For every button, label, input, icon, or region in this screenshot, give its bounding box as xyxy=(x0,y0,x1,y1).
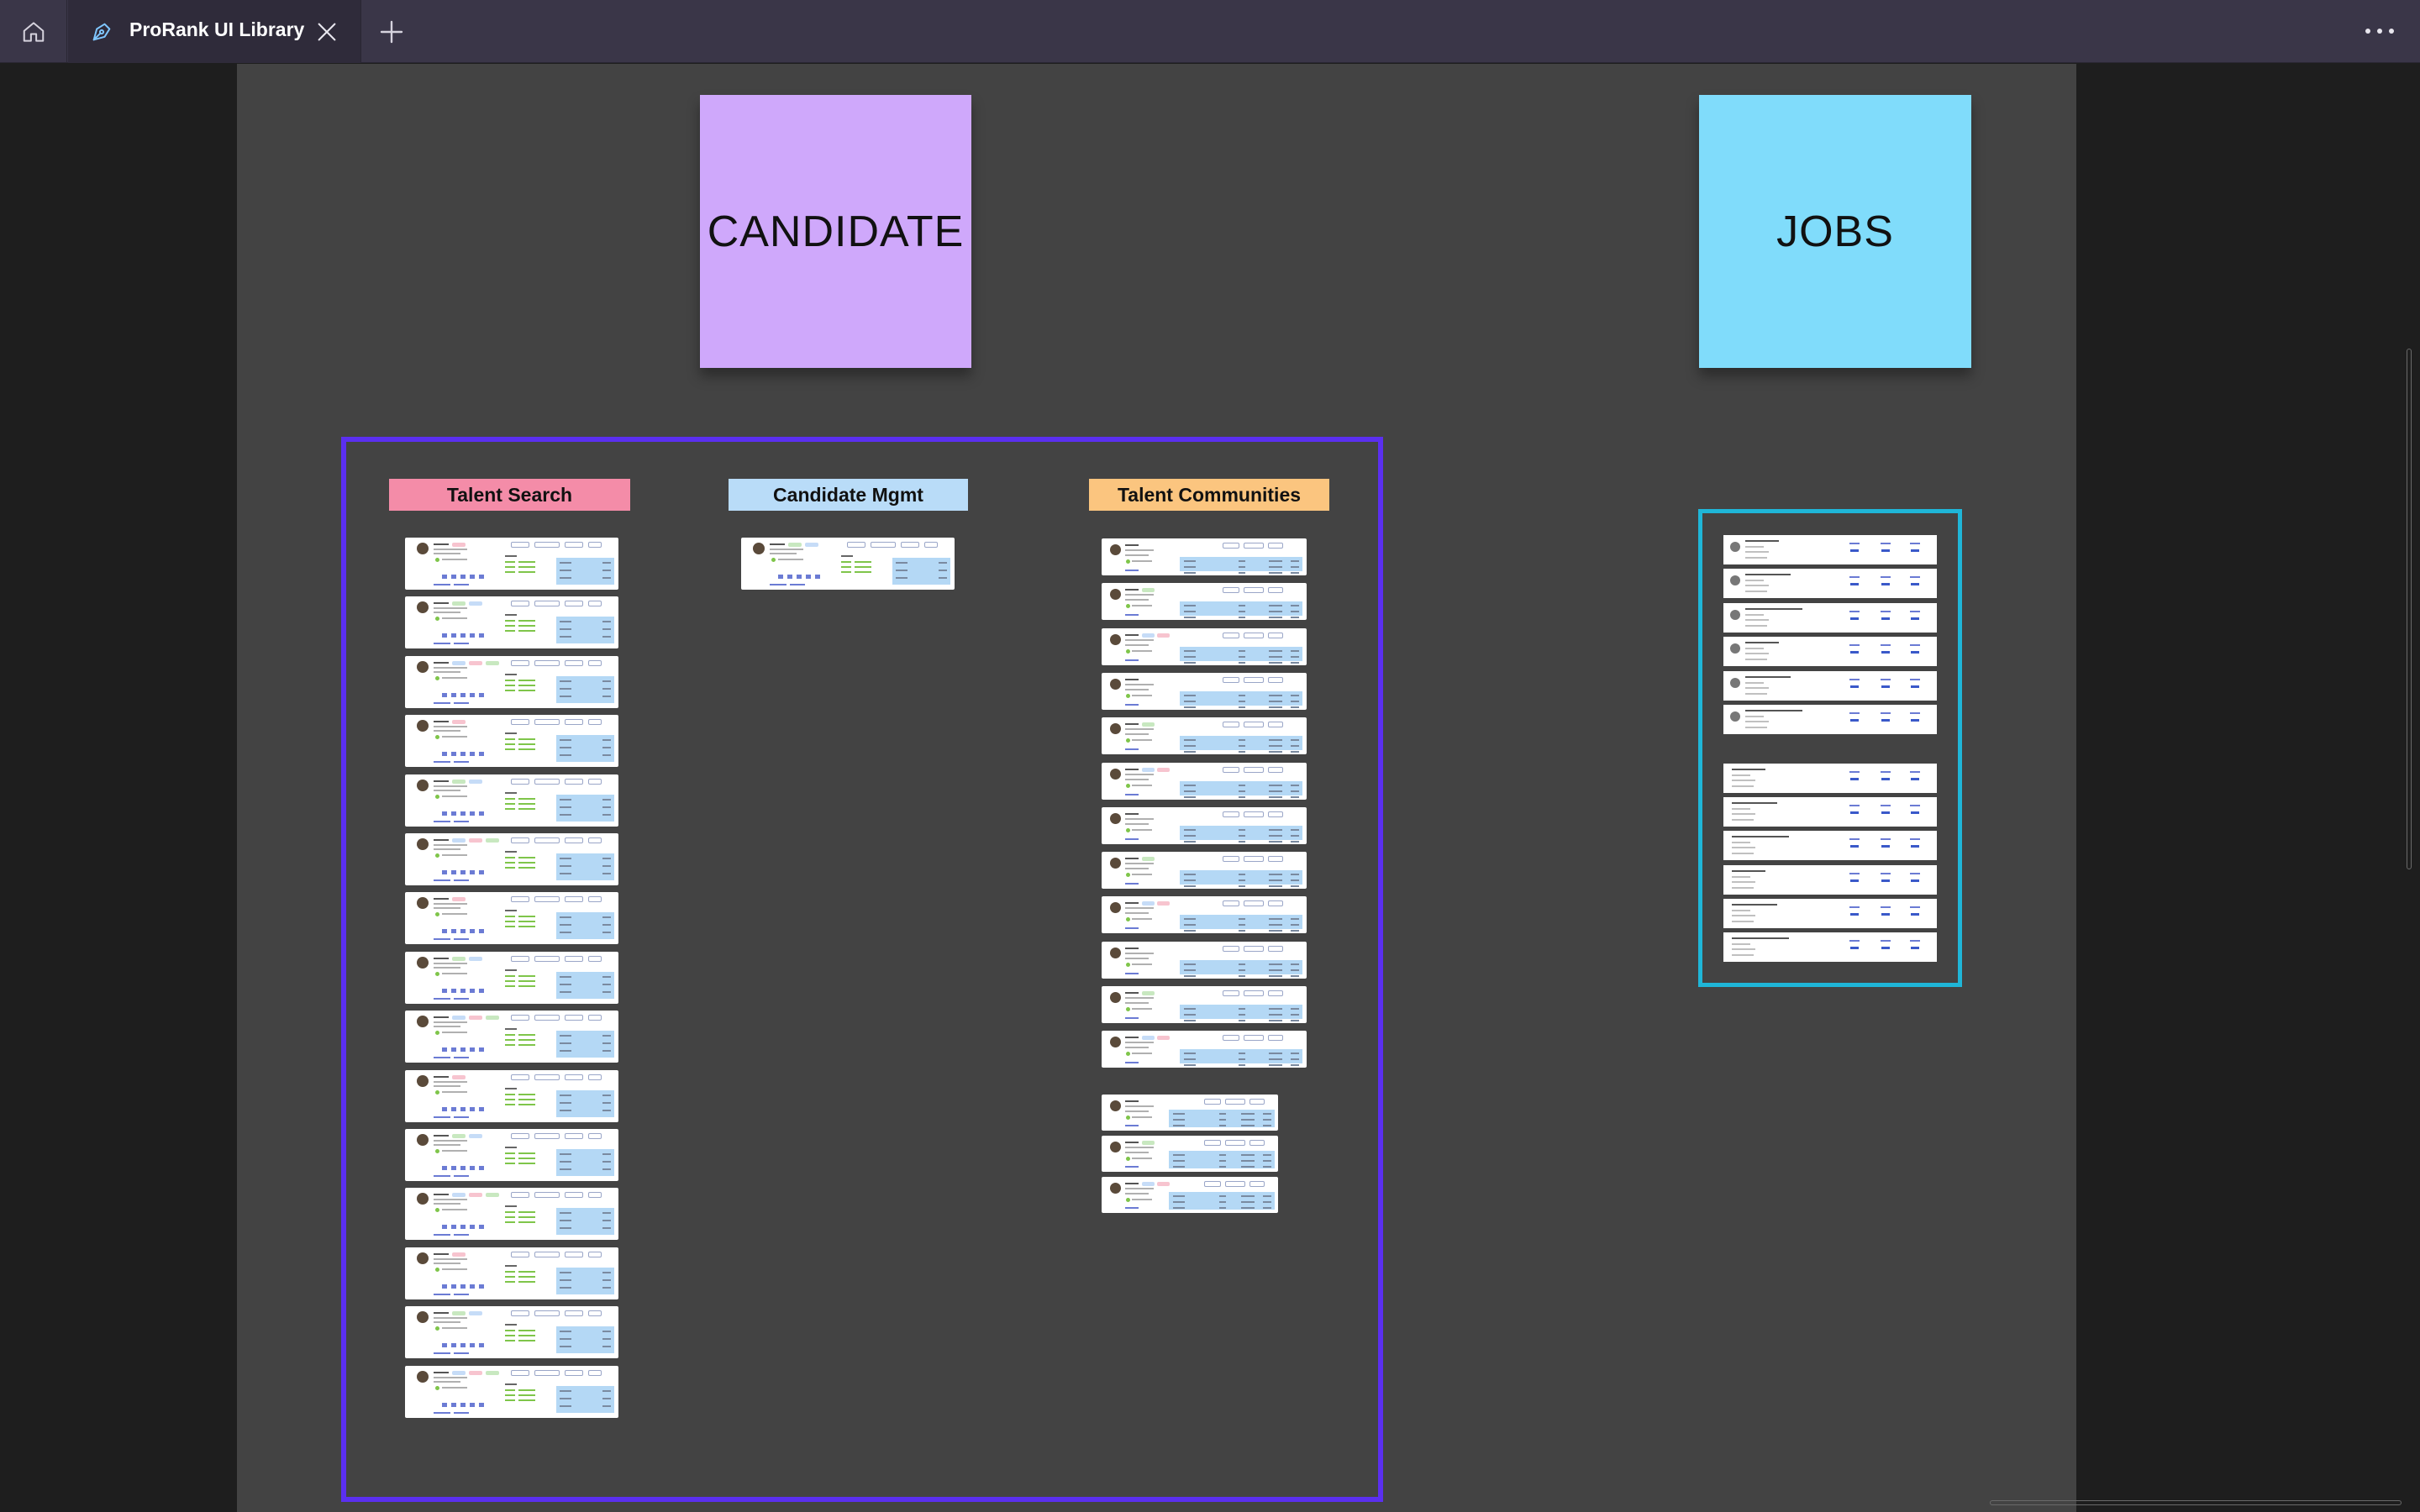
job-card-thumbnail[interactable] xyxy=(1723,602,1937,633)
avatar xyxy=(1730,711,1740,722)
avatar xyxy=(1110,812,1121,824)
talent-search-card-thumbnail[interactable] xyxy=(405,1188,618,1241)
candidate-mgmt-card-thumbnail[interactable] xyxy=(741,538,955,590)
close-icon[interactable] xyxy=(315,20,339,44)
avatar xyxy=(417,601,429,614)
avatar xyxy=(1110,633,1121,645)
talent-community-card-thumbnail[interactable] xyxy=(1102,806,1307,844)
job-card-thumbnail[interactable] xyxy=(1723,764,1937,793)
job-card-thumbnail[interactable] xyxy=(1723,569,1937,599)
job-card-thumbnail[interactable] xyxy=(1723,535,1937,564)
talent-search-card-thumbnail[interactable] xyxy=(405,892,618,945)
job-card-thumbnail[interactable] xyxy=(1723,864,1937,895)
talent-community-compact-card-thumbnail[interactable] xyxy=(1102,1177,1278,1213)
home-icon xyxy=(23,21,44,42)
avatar xyxy=(417,838,429,850)
talent-search-card-thumbnail[interactable] xyxy=(405,655,618,708)
job-card-thumbnail[interactable] xyxy=(1723,797,1937,827)
tab-prorank-ui-library[interactable]: ProRank UI Library xyxy=(68,0,361,63)
label-talent-communities[interactable]: Talent Communities xyxy=(1089,479,1329,511)
job-card-thumbnail[interactable] xyxy=(1723,932,1937,962)
avatar xyxy=(417,1311,429,1324)
avatar xyxy=(417,1016,429,1028)
talent-community-compact-card-thumbnail[interactable] xyxy=(1102,1136,1278,1172)
avatar xyxy=(1730,609,1740,620)
avatar xyxy=(417,897,429,910)
avatar xyxy=(1110,858,1121,869)
sticky-note-candidate[interactable]: CANDIDATE xyxy=(700,95,971,368)
more-horizontal-icon[interactable] xyxy=(2361,22,2398,40)
avatar xyxy=(1110,902,1121,914)
avatar xyxy=(417,720,429,732)
vertical-scrollbar[interactable] xyxy=(2407,349,2412,869)
talent-community-card-thumbnail[interactable] xyxy=(1102,852,1307,890)
talent-search-card-thumbnail[interactable] xyxy=(405,1011,618,1063)
avatar xyxy=(417,1193,429,1205)
talent-search-card-thumbnail[interactable] xyxy=(405,951,618,1004)
avatar xyxy=(1730,643,1740,654)
talent-community-card-thumbnail[interactable] xyxy=(1102,896,1307,934)
talent-search-card-thumbnail[interactable] xyxy=(405,1365,618,1418)
talent-search-card-thumbnail[interactable] xyxy=(405,538,618,590)
avatar xyxy=(417,779,429,791)
talent-search-card-thumbnail[interactable] xyxy=(405,1247,618,1299)
job-card-thumbnail[interactable] xyxy=(1723,670,1937,701)
talent-search-card-thumbnail[interactable] xyxy=(405,1129,618,1181)
talent-community-card-thumbnail[interactable] xyxy=(1102,1031,1307,1068)
horizontal-scrollbar[interactable] xyxy=(1990,1500,2402,1505)
label-talent-search[interactable]: Talent Search xyxy=(389,479,630,511)
avatar xyxy=(417,1134,429,1146)
job-card-thumbnail[interactable] xyxy=(1723,637,1937,667)
talent-community-card-thumbnail[interactable] xyxy=(1102,672,1307,710)
talent-community-card-thumbnail[interactable] xyxy=(1102,762,1307,800)
avatar xyxy=(1110,1183,1121,1194)
avatar xyxy=(417,956,429,969)
talent-community-compact-card-thumbnail[interactable] xyxy=(1102,1095,1278,1131)
job-card-thumbnail[interactable] xyxy=(1723,898,1937,928)
avatar xyxy=(1730,677,1740,688)
job-card-thumbnail[interactable] xyxy=(1723,705,1937,734)
tab-title: ProRank UI Library xyxy=(129,18,305,40)
avatar xyxy=(1110,768,1121,780)
avatar xyxy=(417,1074,429,1087)
talent-community-card-thumbnail[interactable] xyxy=(1102,627,1307,665)
avatar xyxy=(1730,542,1740,552)
talent-community-card-thumbnail[interactable] xyxy=(1102,986,1307,1023)
talent-search-card-thumbnail[interactable] xyxy=(405,715,618,768)
talent-search-card-thumbnail[interactable] xyxy=(405,1069,618,1122)
talent-search-card-thumbnail[interactable] xyxy=(405,1306,618,1359)
sticky-note-jobs[interactable]: JOBS xyxy=(1699,95,1971,368)
talent-community-card-thumbnail[interactable] xyxy=(1102,941,1307,979)
avatar xyxy=(417,543,429,554)
sticky-note-label: CANDIDATE xyxy=(707,207,965,256)
avatar xyxy=(1110,723,1121,735)
plus-icon[interactable] xyxy=(376,17,407,47)
talent-community-card-thumbnail[interactable] xyxy=(1102,538,1307,575)
home-button[interactable] xyxy=(0,0,67,63)
avatar xyxy=(1110,589,1121,601)
avatar xyxy=(753,543,765,554)
talent-community-card-thumbnail[interactable] xyxy=(1102,717,1307,755)
talent-search-card-thumbnail[interactable] xyxy=(405,833,618,885)
avatar xyxy=(1110,1037,1121,1048)
avatar xyxy=(1110,544,1121,555)
pen-nib-icon xyxy=(92,23,111,41)
avatar xyxy=(1730,575,1740,586)
avatar xyxy=(417,1252,429,1264)
title-bar: ProRank UI Library xyxy=(0,0,2420,63)
talent-community-card-thumbnail[interactable] xyxy=(1102,583,1307,621)
avatar xyxy=(1110,678,1121,690)
avatar xyxy=(1110,947,1121,958)
label-candidate-mgmt[interactable]: Candidate Mgmt xyxy=(729,479,968,511)
avatar xyxy=(1110,992,1121,1003)
sticky-note-label: JOBS xyxy=(1776,207,1894,256)
avatar xyxy=(417,660,429,673)
avatar xyxy=(417,1370,429,1383)
talent-search-card-thumbnail[interactable] xyxy=(405,596,618,649)
avatar xyxy=(1110,1100,1121,1111)
avatar xyxy=(1110,1142,1121,1152)
job-card-thumbnail[interactable] xyxy=(1723,831,1937,861)
talent-search-card-thumbnail[interactable] xyxy=(405,774,618,827)
